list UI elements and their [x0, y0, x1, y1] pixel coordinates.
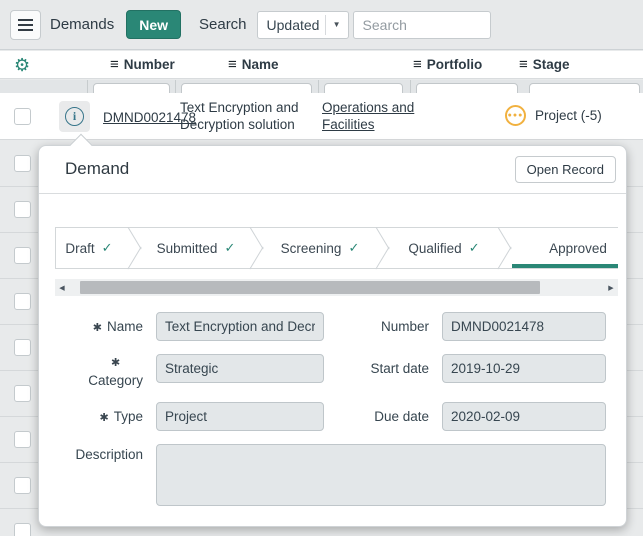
popup-header: Demand Open Record [39, 146, 626, 194]
new-button[interactable]: New [126, 10, 181, 39]
record-preview-popup: Demand Open Record Draft ✓ Submitted ✓ Scr… [38, 133, 627, 527]
column-menu-icon: ≡ [413, 56, 422, 73]
search-input[interactable] [352, 10, 491, 39]
popup-title: Demand [65, 159, 130, 178]
type-field-label: ✱ Type [99, 409, 144, 424]
scroll-right-icon[interactable]: ▶ [604, 284, 618, 292]
column-header-number[interactable]: ≡ Number [110, 56, 175, 73]
top-toolbar: Demands New Search Updated ▼ [0, 0, 643, 50]
category-field[interactable] [156, 354, 324, 383]
number-field-label: Number [380, 319, 429, 334]
stage-status-ellipsis-icon: ●●● [505, 105, 526, 126]
filter-input-name[interactable] [181, 83, 312, 93]
open-record-button[interactable]: Open Record [514, 156, 616, 183]
check-icon: ✓ [224, 240, 236, 255]
name-field[interactable] [156, 312, 324, 341]
preview-record-button[interactable]: i [59, 101, 90, 132]
column-menu-icon: ≡ [519, 56, 528, 73]
filter-input-stage[interactable] [416, 83, 518, 93]
description-field[interactable] [156, 444, 606, 506]
stage-cell: ●●● Project (-5) [505, 105, 602, 126]
row-checkbox[interactable] [14, 247, 31, 264]
filter-input-portfolio[interactable] [324, 83, 403, 93]
stage-chevron-divider [122, 228, 148, 268]
table-row-selected: i DMND0021478 Text Encryption and Decryp… [0, 93, 643, 140]
row-checkbox[interactable] [14, 108, 31, 125]
due-date-field-label: Due date [374, 409, 429, 424]
record-form: ✱Name Number ✱Category Start date ✱Type … [39, 296, 626, 506]
stage-submitted[interactable]: Submitted ✓ [148, 228, 244, 268]
mandatory-icon: ✱ [92, 322, 102, 334]
stage-screening[interactable]: Screening ✓ [270, 228, 370, 268]
search-field-selected-value: Updated [266, 16, 320, 33]
filter-input-number[interactable] [93, 83, 170, 93]
stage-chevron-divider [370, 228, 396, 268]
record-name-cell: Text Encryption and Decryption solution [180, 100, 299, 132]
column-header-name[interactable]: ≡ Name [228, 56, 279, 73]
info-icon: i [65, 107, 84, 126]
row-checkbox[interactable] [14, 523, 31, 536]
row-checkbox[interactable] [14, 293, 31, 310]
scrollbar-thumb[interactable] [79, 281, 540, 294]
row-checkbox[interactable] [14, 155, 31, 172]
stage-qualified[interactable]: Qualified ✓ [396, 228, 492, 268]
app-window: Demands New Search Updated ▼ ⚙ ≡Number ≡… [0, 0, 643, 536]
column-menu-icon: ≡ [110, 56, 119, 73]
mandatory-icon: ✱ [99, 412, 109, 424]
column-header-stage[interactable]: ≡ Stage [519, 56, 570, 73]
row-checkbox[interactable] [14, 477, 31, 494]
column-filter-row [0, 80, 643, 93]
check-icon: ✓ [348, 240, 360, 255]
stage-draft[interactable]: Draft ✓ [56, 228, 122, 268]
scrollbar-track[interactable] [69, 281, 604, 294]
list-header-row: ⚙ ≡ Number ≡ Name ≡ Portfolio ≡ Stage [0, 51, 643, 79]
column-divider [318, 80, 319, 93]
stage-progress-bar: Draft ✓ Submitted ✓ Screening ✓ Qualified ✓ … [55, 227, 618, 269]
column-divider [410, 80, 411, 93]
chevron-down-icon: ▼ [332, 20, 341, 29]
name-field-label: ✱ Name [92, 319, 143, 334]
due-date-field[interactable] [442, 402, 606, 431]
row-checkbox[interactable] [14, 201, 31, 218]
number-field[interactable] [442, 312, 606, 341]
column-divider [175, 80, 176, 93]
stage-chevron-divider [492, 228, 518, 268]
portfolio-link[interactable]: Operations and Facilities [322, 99, 430, 133]
stage-text: Project (-5) [535, 108, 602, 123]
mandatory-icon: ✱ [111, 357, 121, 369]
description-field-label: Description [75, 447, 143, 462]
start-date-field-label: Start date [370, 361, 429, 376]
type-field[interactable] [156, 402, 324, 431]
stage-scroll-area: Draft ✓ Submitted ✓ Screening ✓ Qualified ✓ … [55, 227, 618, 296]
check-icon: ✓ [468, 240, 480, 255]
stage-chevron-divider [244, 228, 270, 268]
row-checkbox[interactable] [14, 339, 31, 356]
column-divider [87, 80, 88, 93]
filter-input-extra[interactable] [529, 83, 640, 93]
menu-icon [18, 18, 33, 31]
row-checkbox[interactable] [14, 431, 31, 448]
row-checkbox[interactable] [14, 385, 31, 402]
category-field-label: ✱ Category [88, 357, 143, 388]
horizontal-scrollbar[interactable]: ◀ ▶ [55, 279, 618, 296]
gear-icon[interactable]: ⚙ [14, 55, 30, 75]
start-date-field[interactable] [442, 354, 606, 383]
search-field-select[interactable]: Updated ▼ [256, 10, 349, 39]
menu-button[interactable] [10, 9, 41, 40]
search-label: Search [199, 16, 247, 33]
check-icon: ✓ [101, 240, 113, 255]
scroll-left-icon[interactable]: ◀ [55, 284, 69, 292]
stage-approved-current[interactable]: Approved [512, 228, 618, 268]
list-title: Demands [50, 16, 115, 33]
column-menu-icon: ≡ [228, 56, 237, 73]
column-header-portfolio[interactable]: ≡ Portfolio [413, 56, 482, 73]
